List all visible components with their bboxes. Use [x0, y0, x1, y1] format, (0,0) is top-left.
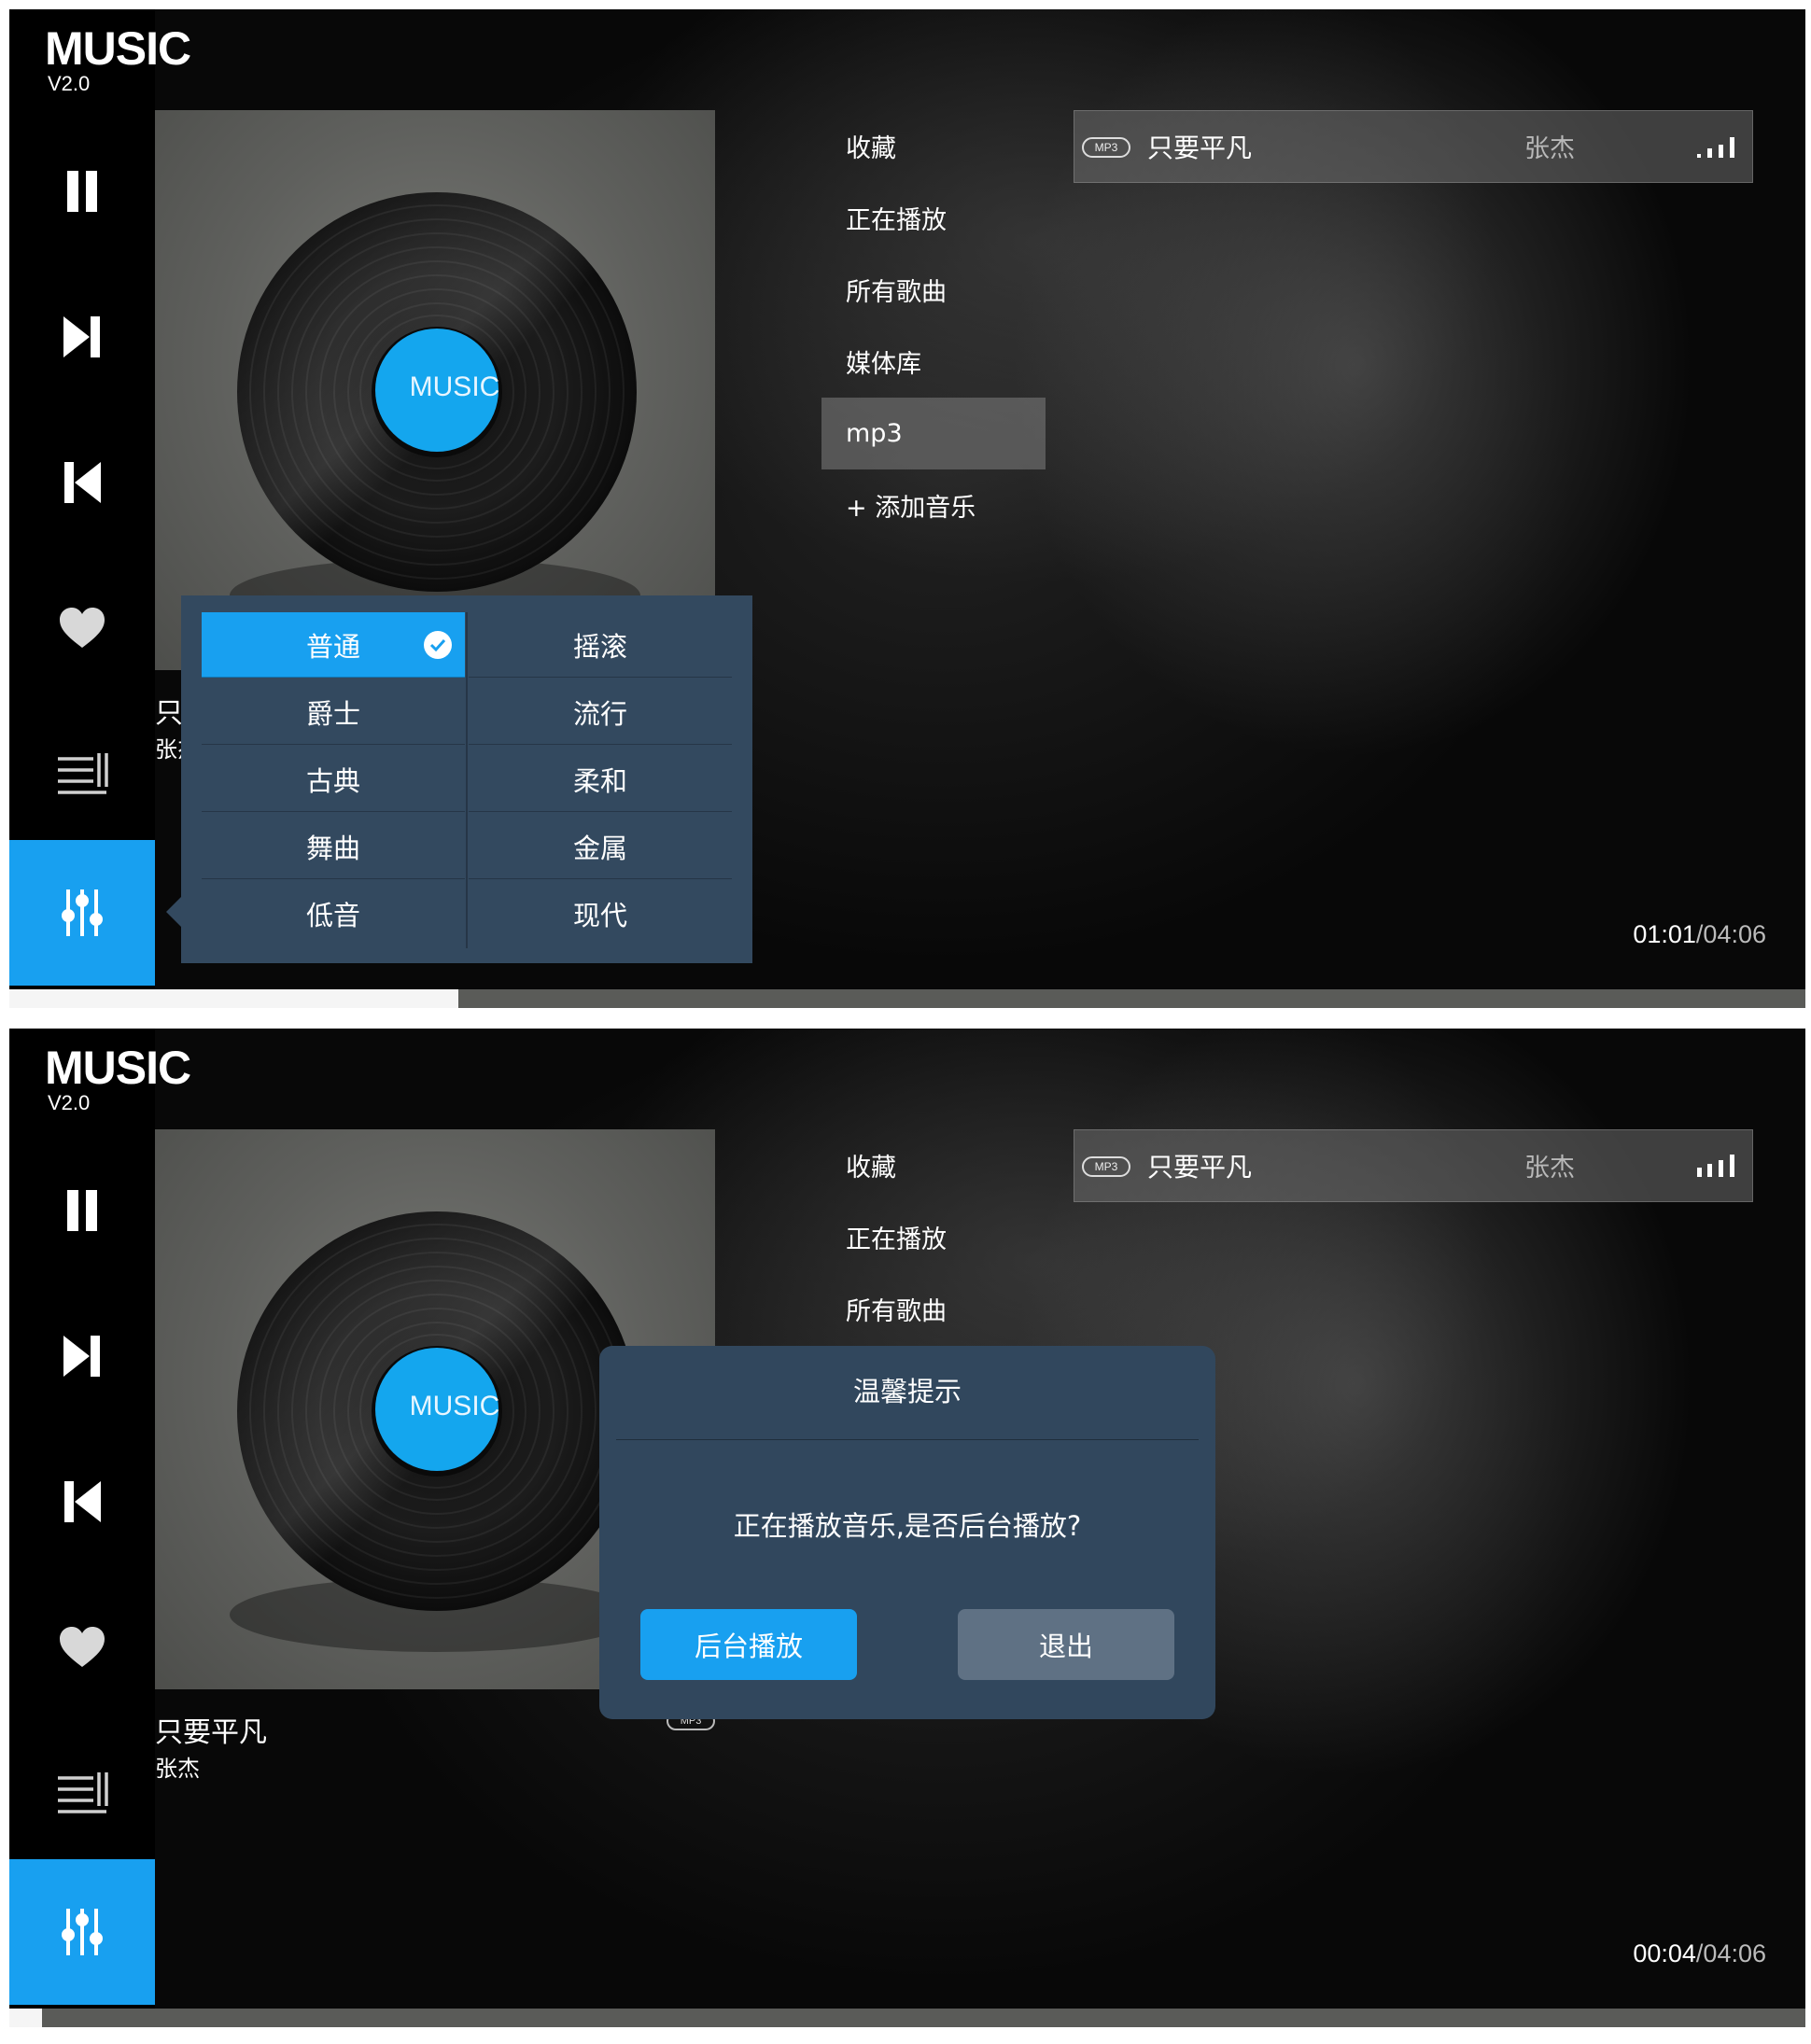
track-format-badge: MP3 — [1082, 137, 1130, 158]
equalizer-icon — [62, 1909, 103, 1955]
previous-button[interactable] — [37, 450, 127, 515]
background-play-dialog: 温馨提示 正在播放音乐,是否后台播放? 后台播放 退出 — [599, 1346, 1215, 1719]
heart-icon — [60, 608, 105, 648]
app-title: MUSIC — [45, 1042, 191, 1094]
app-version: V2.0 — [48, 72, 91, 95]
pause-icon — [67, 1190, 97, 1231]
menu-item-add-music[interactable]: + 添加音乐 — [821, 469, 1046, 541]
equalizer-popup: 普通 摇滚 爵士 流行 古典 柔和 舞曲 金属 低音 现代 — [181, 595, 752, 963]
time-current: 01:01 — [1633, 920, 1696, 948]
menu-item-all-songs[interactable]: 所有歌曲 — [821, 1273, 1046, 1345]
checkmark-icon — [424, 631, 452, 659]
equalizer-icon — [62, 889, 103, 936]
eq-preset-normal[interactable]: 普通 — [202, 612, 465, 678]
eq-popup-pointer — [166, 896, 182, 928]
menu-item-all-songs[interactable]: 所有歌曲 — [821, 254, 1046, 326]
menu-item-library[interactable]: 媒体库 — [821, 326, 1046, 398]
player-screen-eq: MUSIC V2.0 MUSIC 张杰 收藏 正在播放 所有歌曲 媒体库 mp3… — [9, 9, 1805, 1017]
eq-preset-modern[interactable]: 现代 — [469, 881, 732, 946]
playlist-icon — [58, 753, 108, 794]
progress-bar[interactable] — [9, 2009, 1805, 2027]
now-playing-artist: 张杰 — [155, 1756, 200, 1782]
signal-bars-icon — [1697, 1155, 1734, 1177]
track-title: 只要平凡 — [1147, 1152, 1253, 1183]
album-label: MUSIC — [409, 371, 500, 402]
now-playing-info: 只要平凡 张杰 — [155, 1715, 267, 1785]
play-in-background-button[interactable]: 后台播放 — [640, 1609, 857, 1680]
equalizer-button[interactable] — [9, 1859, 155, 2005]
eq-preset-rock[interactable]: 摇滚 — [469, 612, 732, 678]
app-logo: MUSIC V2.0 — [45, 24, 232, 95]
track-artist: 张杰 — [1524, 134, 1575, 163]
previous-icon — [64, 1481, 101, 1522]
app-title: MUSIC — [45, 22, 191, 75]
next-icon — [63, 1336, 100, 1377]
menu-item-now-playing[interactable]: 正在播放 — [821, 182, 1046, 254]
track-row[interactable]: MP3 只要平凡 张杰 — [1074, 1129, 1753, 1202]
playlist-button[interactable] — [37, 741, 127, 806]
previous-icon — [64, 462, 101, 503]
library-menu: 收藏 正在播放 所有歌曲 媒体库 mp3 + 添加音乐 — [821, 110, 1046, 541]
dialog-title: 温馨提示 — [852, 1376, 962, 1407]
now-playing-title: 只要平凡 — [155, 1716, 267, 1749]
pause-button[interactable] — [37, 159, 127, 224]
player-screen-dialog: MUSIC V2.0 MUSIC 只要平凡 张杰 MP3 收藏 正在播放 所有歌… — [9, 1029, 1805, 2037]
track-row[interactable]: MP3 只要平凡 张杰 — [1074, 110, 1753, 183]
dialog-message: 正在播放音乐,是否后台播放? — [733, 1510, 1082, 1542]
playback-time: 01:01/04:06 — [1633, 920, 1766, 948]
next-button[interactable] — [37, 1323, 127, 1389]
track-artist: 张杰 — [1524, 1154, 1575, 1183]
eq-preset-dance[interactable]: 舞曲 — [202, 814, 465, 879]
eq-preset-classical[interactable]: 古典 — [202, 747, 465, 812]
progress-fill — [9, 989, 458, 1008]
playlist-button[interactable] — [37, 1760, 127, 1826]
app-logo: MUSIC V2.0 — [45, 1043, 232, 1114]
next-button[interactable] — [37, 304, 127, 370]
track-title: 只要平凡 — [1147, 133, 1253, 163]
album-art: MUSIC — [155, 110, 715, 670]
equalizer-button[interactable] — [9, 840, 155, 986]
menu-item-favorites[interactable]: 收藏 — [821, 1129, 1046, 1201]
previous-button[interactable] — [37, 1469, 127, 1534]
eq-preset-pop[interactable]: 流行 — [469, 679, 732, 745]
eq-preset-bass[interactable]: 低音 — [202, 881, 465, 946]
pause-button[interactable] — [37, 1178, 127, 1243]
playlist-icon — [58, 1772, 108, 1813]
favorite-button[interactable] — [37, 595, 127, 661]
eq-preset-soft[interactable]: 柔和 — [469, 747, 732, 812]
track-format-badge: MP3 — [1082, 1156, 1130, 1177]
time-total: 04:06 — [1703, 1939, 1766, 1967]
heart-icon — [60, 1627, 105, 1667]
menu-item-mp3[interactable]: mp3 — [821, 398, 1046, 469]
eq-preset-metal[interactable]: 金属 — [469, 814, 732, 879]
dialog-divider — [616, 1439, 1199, 1440]
time-current: 00:04 — [1633, 1939, 1696, 1967]
playback-time: 00:04/04:06 — [1633, 1939, 1766, 1967]
next-icon — [63, 316, 100, 357]
signal-bars-icon — [1697, 137, 1734, 158]
exit-button[interactable]: 退出 — [958, 1609, 1174, 1680]
progress-bar[interactable] — [9, 989, 1805, 1008]
menu-item-favorites[interactable]: 收藏 — [821, 110, 1046, 182]
eq-preset-label: 普通 — [305, 630, 360, 663]
favorite-button[interactable] — [37, 1615, 127, 1680]
progress-fill — [9, 2009, 42, 2027]
eq-preset-jazz[interactable]: 爵士 — [202, 679, 465, 745]
menu-item-now-playing[interactable]: 正在播放 — [821, 1201, 1046, 1273]
time-total: 04:06 — [1703, 920, 1766, 948]
pause-icon — [67, 171, 97, 212]
album-label: MUSIC — [409, 1391, 500, 1421]
app-version: V2.0 — [48, 1091, 91, 1114]
